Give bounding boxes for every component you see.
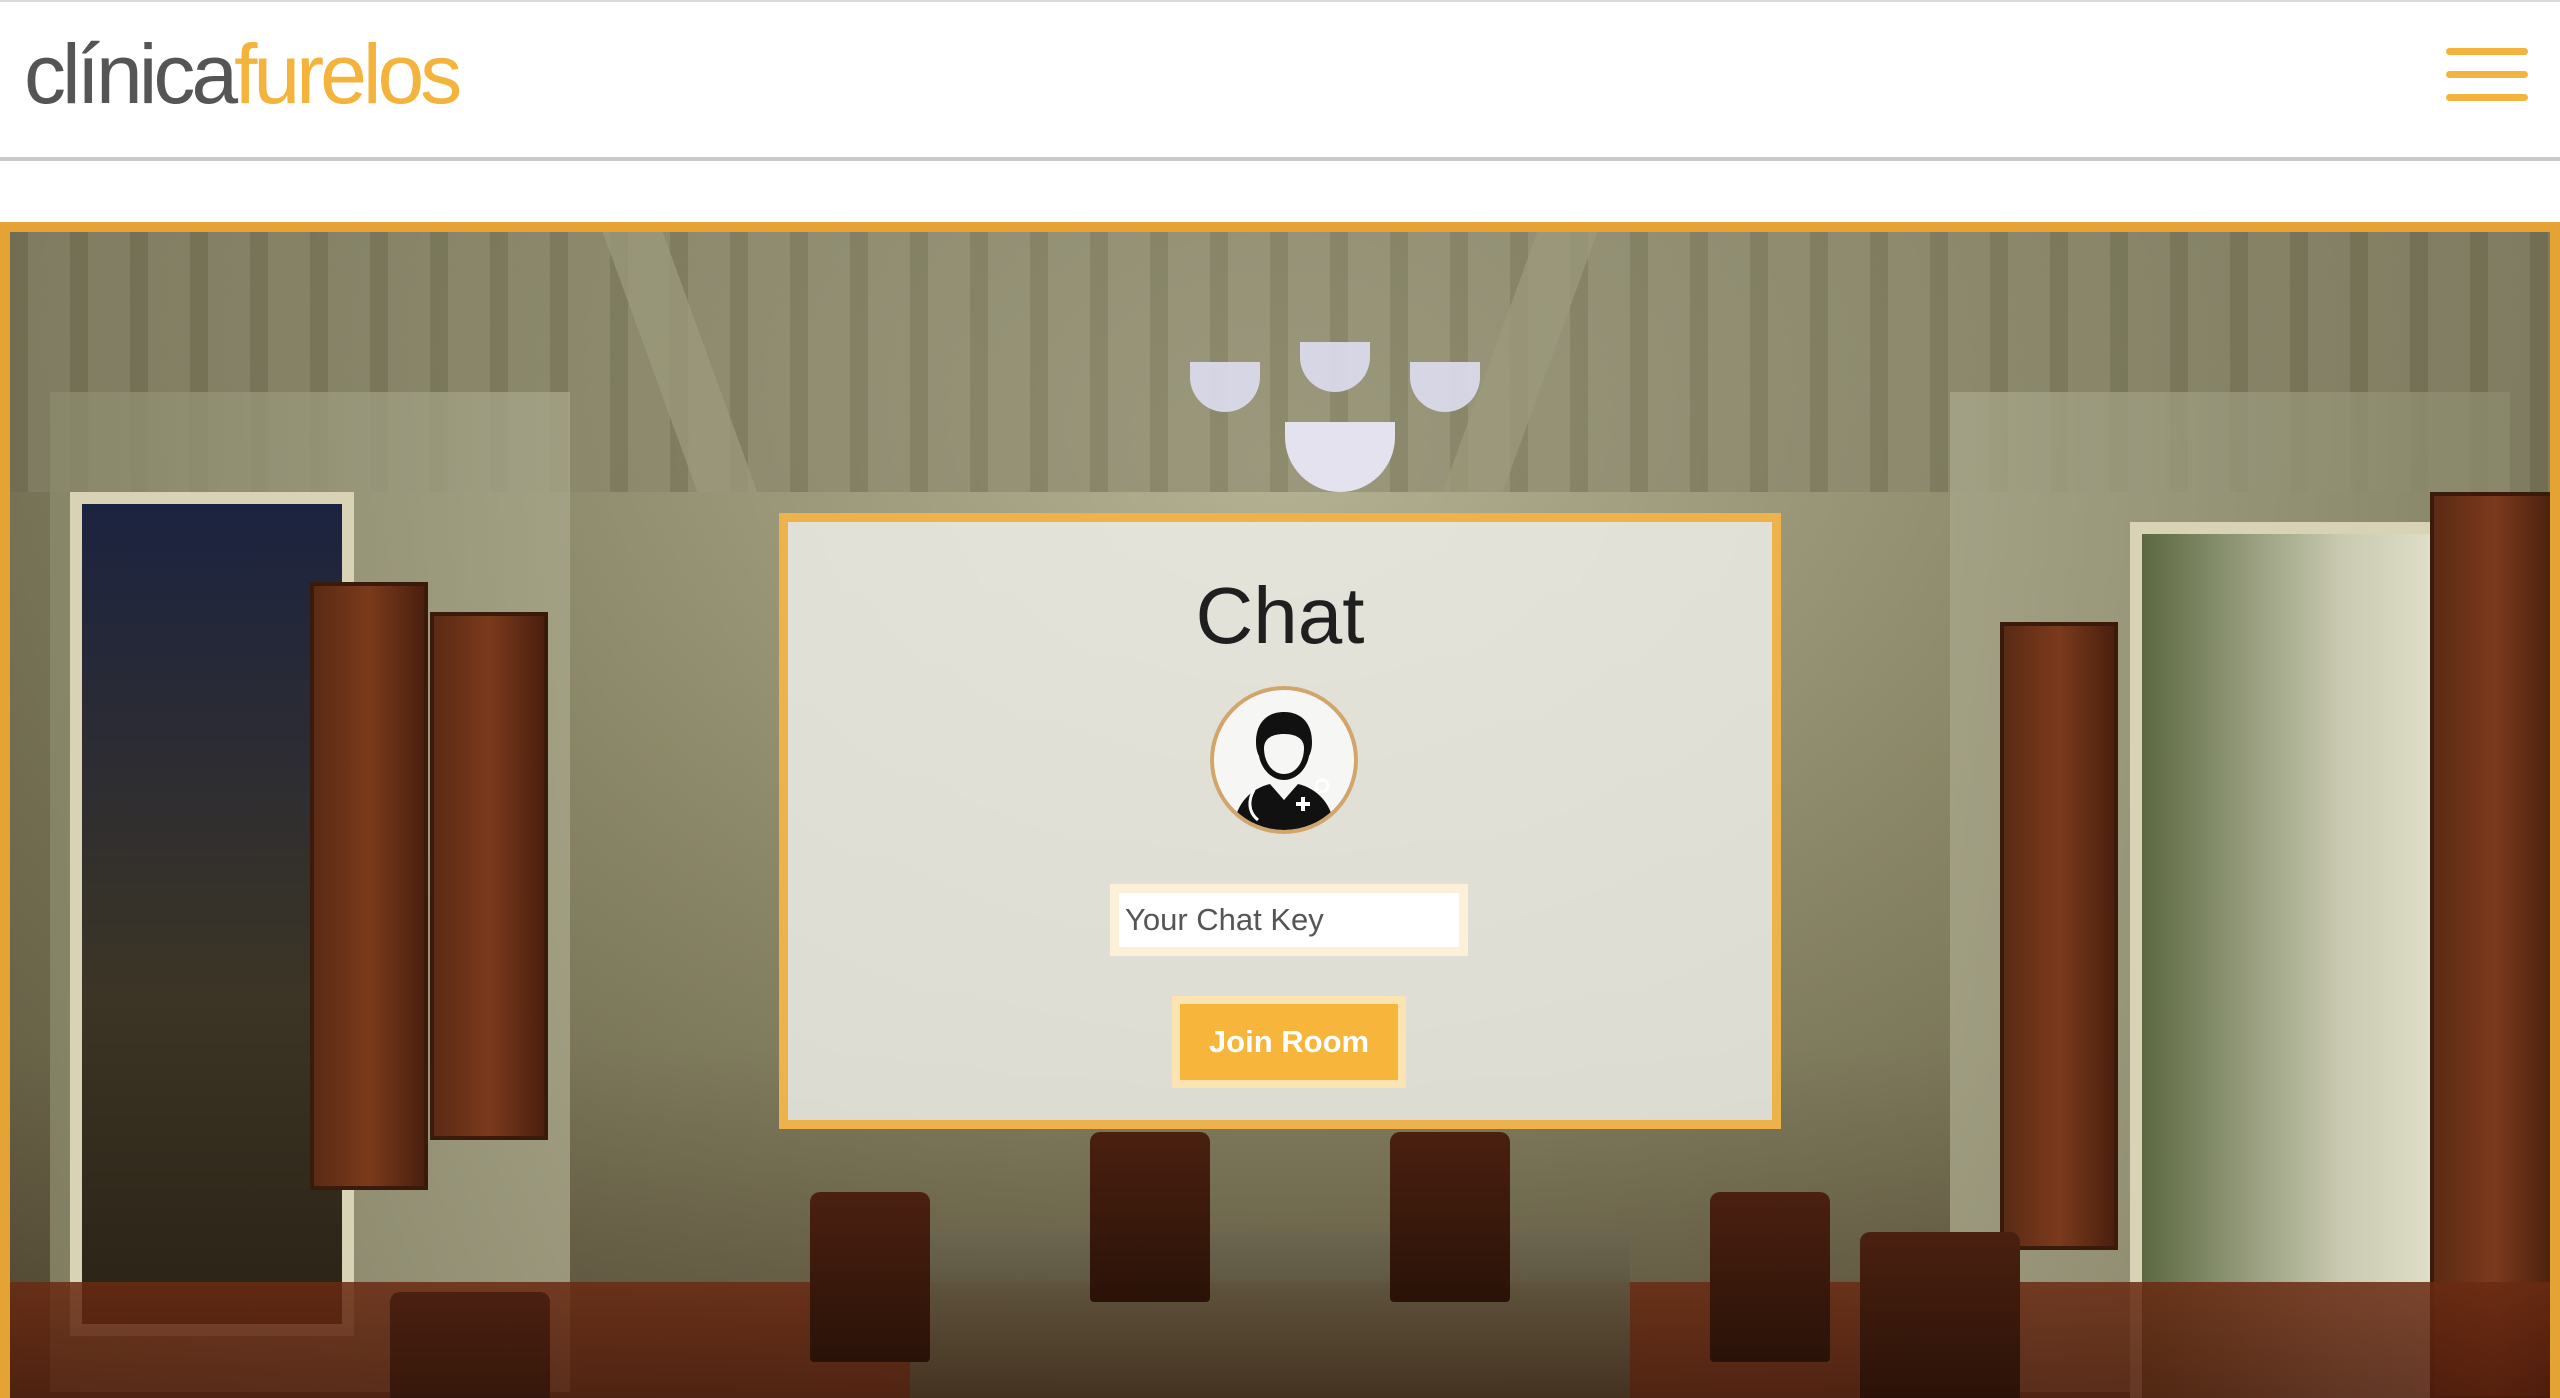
doctor-avatar-icon <box>1210 686 1358 834</box>
hamburger-menu-icon[interactable] <box>2446 48 2528 108</box>
menu-bar-top <box>2446 48 2528 55</box>
chat-key-input[interactable] <box>1110 884 1468 956</box>
doctor-avatar-icon-svg <box>1234 712 1334 830</box>
chair <box>1860 1232 2020 1398</box>
site-header: clínicafurelos <box>0 0 2560 161</box>
window-shutter <box>2430 492 2550 1398</box>
chair <box>1090 1132 1210 1302</box>
chair <box>810 1192 930 1362</box>
window-shutter <box>310 582 428 1190</box>
window-shutter <box>430 612 548 1140</box>
logo-text-part2: furelos <box>234 27 462 121</box>
logo-text-part1: clínica <box>24 27 238 121</box>
chair <box>1710 1192 1830 1362</box>
chandelier-bulb <box>1410 362 1480 412</box>
chat-login-card: Chat Join Room <box>779 513 1781 1129</box>
chat-title: Chat <box>1195 571 1365 660</box>
chandelier-bowl <box>1285 422 1395 492</box>
chair <box>1390 1132 1510 1302</box>
chandelier <box>1190 322 1490 502</box>
conference-table <box>910 1232 1630 1398</box>
join-room-button[interactable]: Join Room <box>1172 996 1406 1088</box>
menu-bar-bottom <box>2446 94 2528 101</box>
clinica-furelos-logo[interactable]: clínicafurelos <box>24 32 462 116</box>
chandelier-bulb <box>1300 342 1370 392</box>
chair <box>390 1292 550 1398</box>
page: clínicafurelos Chat Your Chat Key Join R… <box>0 0 2560 1398</box>
window-shutter <box>2000 622 2118 1250</box>
chandelier-bulb <box>1190 362 1260 412</box>
menu-bar-middle <box>2446 71 2528 78</box>
